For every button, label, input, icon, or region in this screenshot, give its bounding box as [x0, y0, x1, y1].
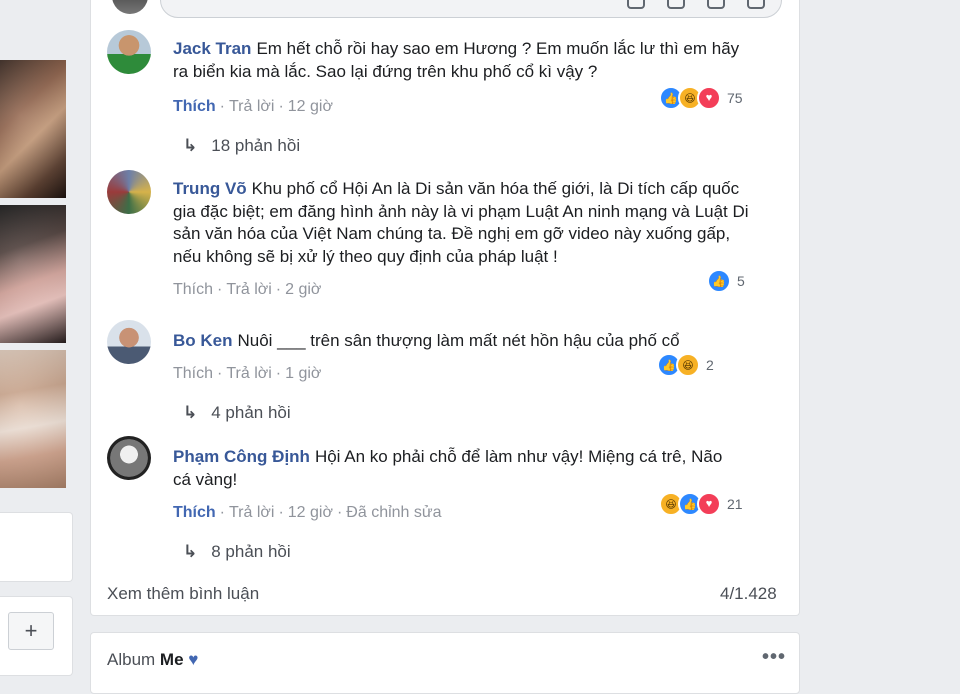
more-options-icon[interactable]: •••	[762, 646, 786, 669]
comment-input[interactable]	[160, 0, 782, 18]
avatar[interactable]	[107, 436, 151, 480]
comment-actions: Thích · Trả lời · 2 giờ	[173, 281, 322, 298]
photo-thumbnail[interactable]	[0, 350, 66, 488]
reply-link[interactable]: Trả lời	[226, 365, 271, 382]
album-name[interactable]: Me	[160, 650, 184, 669]
album-title[interactable]: Album Me ♥	[107, 650, 198, 670]
reaction-summary[interactable]: 👍 😆 2	[657, 353, 714, 377]
timestamp[interactable]: 1 giờ	[285, 365, 321, 382]
like-icon: 👍	[707, 269, 731, 293]
reaction-count: 5	[737, 273, 745, 289]
view-replies-link[interactable]: ↳ 8 phản hồi	[183, 542, 291, 562]
comment-author[interactable]: Phạm Công Định	[173, 447, 310, 466]
reply-link[interactable]: Trả lời	[226, 281, 271, 298]
view-replies-link[interactable]: ↳ 4 phản hồi	[183, 403, 291, 423]
reply-link[interactable]: Trả lời	[229, 504, 274, 521]
comment-actions: Thích · Trả lời · 12 giờ	[173, 98, 333, 115]
timestamp[interactable]: 12 giờ	[288, 98, 333, 115]
avatar[interactable]	[107, 320, 151, 364]
reply-arrow-icon: ↳	[183, 403, 198, 422]
replies-label: 18 phản hồi	[211, 136, 301, 155]
sticker-icon[interactable]	[747, 0, 765, 9]
photo-thumbnail[interactable]	[0, 205, 66, 343]
reaction-summary[interactable]: 👍 😆 ♥ 75	[659, 86, 743, 110]
like-link[interactable]: Thích	[173, 281, 213, 298]
comment-author[interactable]: Bo Ken	[173, 331, 233, 350]
reply-link[interactable]: Trả lời	[229, 98, 274, 115]
comment-author[interactable]: Jack Tran	[173, 39, 251, 58]
photo-thumbnail[interactable]	[0, 60, 66, 198]
comment-count: 4/1.428	[720, 584, 777, 603]
reaction-summary[interactable]: 😆 👍 ♥ 21	[659, 492, 743, 516]
comment-text-block: Bo Ken Nuôi ___ trên sân thượng làm mất n…	[173, 330, 753, 353]
comment-text: Em hết chỗ rồi hay sao em Hương ? Em muố…	[173, 39, 740, 81]
haha-icon: 😆	[676, 353, 700, 377]
add-button[interactable]: +	[8, 612, 54, 650]
reply-arrow-icon: ↳	[183, 136, 198, 155]
comment-text-block: Phạm Công Định Hội An ko phải chỗ để làm …	[173, 446, 733, 491]
like-link[interactable]: Thích	[173, 98, 216, 115]
left-photo-column	[0, 60, 66, 495]
comment-text-block: Jack Tran Em hết chỗ rồi hay sao em Hương…	[173, 38, 753, 83]
comment-text-block: Trung Võ Khu phố cổ Hội An là Di sản văn …	[173, 178, 753, 268]
timestamp[interactable]: 2 giờ	[285, 281, 321, 298]
comment-author[interactable]: Trung Võ	[173, 179, 247, 198]
left-panel-box	[0, 512, 73, 582]
avatar[interactable]	[107, 30, 151, 74]
comment-actions: Thích · Trả lời · 1 giờ	[173, 365, 322, 382]
like-link[interactable]: Thích	[173, 365, 213, 382]
view-more-comments-link[interactable]: Xem thêm bình luận	[107, 584, 259, 604]
reaction-count: 75	[727, 90, 743, 106]
comment-text: Khu phố cổ Hội An là Di sản văn hóa thế …	[173, 179, 749, 266]
comment-actions: Thích · Trả lời · 12 giờ · Đã chỉnh sửa	[173, 504, 442, 521]
love-icon: ♥	[697, 86, 721, 110]
gif-icon[interactable]	[707, 0, 725, 9]
reaction-count: 2	[706, 357, 714, 373]
edited-label[interactable]: Đã chỉnh sửa	[346, 504, 441, 521]
reaction-count: 21	[727, 496, 743, 512]
album-prefix: Album	[107, 650, 156, 669]
comment-text: Nuôi ___ trên sân thượng làm mất nét hồn…	[237, 331, 680, 350]
timestamp[interactable]: 12 giờ	[288, 504, 333, 521]
replies-label: 8 phản hồi	[211, 542, 291, 561]
replies-label: 4 phản hồi	[211, 403, 291, 422]
love-icon: ♥	[697, 492, 721, 516]
heart-icon: ♥	[188, 650, 199, 669]
view-replies-link[interactable]: ↳ 18 phản hồi	[183, 136, 300, 156]
like-link[interactable]: Thích	[173, 504, 216, 521]
avatar[interactable]	[107, 170, 151, 214]
reply-arrow-icon: ↳	[183, 542, 198, 561]
emoji-icon[interactable]	[627, 0, 645, 9]
reaction-summary[interactable]: 👍 5	[707, 269, 745, 293]
camera-icon[interactable]	[667, 0, 685, 9]
